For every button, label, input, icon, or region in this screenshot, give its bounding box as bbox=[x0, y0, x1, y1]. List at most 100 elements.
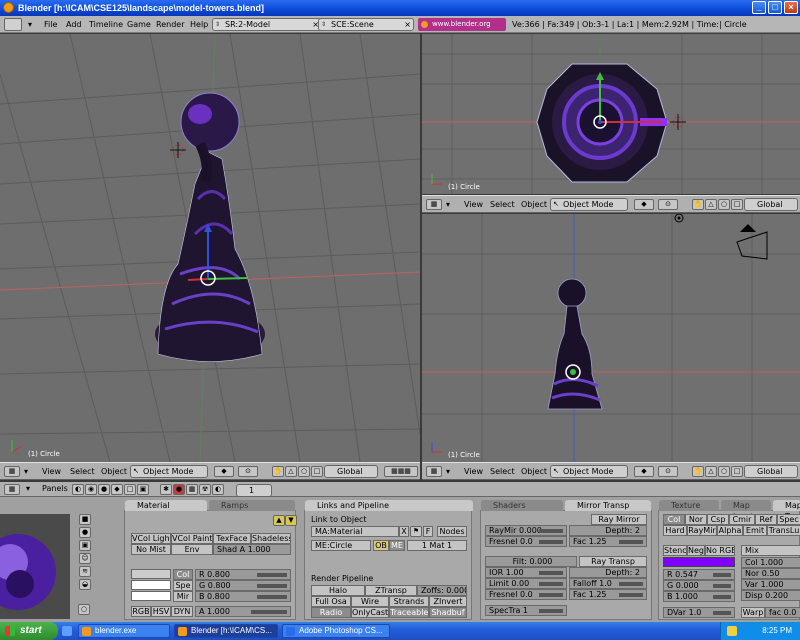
zinvert-button[interactable]: ZInvert bbox=[429, 596, 467, 607]
stencil-button[interactable]: Stencil bbox=[663, 545, 687, 556]
col-button[interactable]: Col bbox=[173, 569, 193, 580]
window-type-icon[interactable] bbox=[4, 18, 22, 31]
ray-transp-button[interactable]: Ray Transp bbox=[579, 556, 647, 567]
collapse-arrow-icon[interactable]: ▾ bbox=[24, 465, 28, 478]
map-spec-button[interactable]: Spec bbox=[777, 514, 800, 525]
window-type-icon[interactable]: ▦ bbox=[4, 484, 20, 495]
scene-context-icon[interactable]: ▣ bbox=[137, 484, 149, 495]
material-context-icon[interactable]: ● bbox=[173, 484, 185, 495]
me-link-button[interactable]: ME bbox=[389, 540, 405, 551]
scale-icon[interactable]: □ bbox=[311, 466, 323, 477]
menu-object[interactable]: Object bbox=[101, 465, 127, 478]
ray-mirror-button[interactable]: Ray Mirror bbox=[591, 514, 647, 525]
radio-button[interactable]: Radio bbox=[311, 607, 351, 618]
strands-button[interactable]: Strands bbox=[389, 596, 429, 607]
shading-context-icon[interactable]: ● bbox=[98, 484, 110, 495]
disp-factor-slider[interactable]: Disp 0.200 bbox=[741, 590, 800, 601]
col-factor-slider[interactable]: Col 1.000 bbox=[741, 557, 800, 568]
tab-map-to[interactable]: Map T bbox=[773, 500, 800, 521]
spe-swatch[interactable] bbox=[131, 580, 171, 590]
material-index-field[interactable]: 1 Mat 1 bbox=[407, 540, 467, 551]
tex-g-slider[interactable]: G 0.000 bbox=[663, 580, 735, 591]
menu-help[interactable]: Help bbox=[190, 16, 208, 33]
r-slider[interactable]: R 0.800 bbox=[195, 569, 291, 580]
dyn-button[interactable]: DYN bbox=[171, 606, 193, 617]
mode-selector[interactable]: ↖ Object Mode bbox=[550, 198, 628, 211]
mode-selector[interactable]: ↖ Object Mode bbox=[550, 465, 628, 478]
task-photoshop[interactable]: Adobe Photoshop CS... bbox=[282, 624, 390, 638]
viewport-perspective[interactable]: (1) Circle bbox=[0, 34, 420, 462]
full-osa-button[interactable]: Full Osa bbox=[311, 596, 351, 607]
traceable-button[interactable]: Traceable bbox=[389, 607, 429, 618]
rotate-icon[interactable]: ○ bbox=[718, 199, 730, 210]
f-button[interactable]: F bbox=[423, 526, 433, 537]
map-alpha-button[interactable]: Alpha bbox=[717, 525, 743, 536]
draw-type-icon[interactable]: ◆ bbox=[634, 199, 654, 210]
warp-fac-field[interactable]: fac 0.0 bbox=[765, 607, 800, 618]
translate-icon[interactable]: △ bbox=[285, 466, 297, 477]
maximize-button[interactable]: □ bbox=[768, 1, 782, 14]
tab-shaders[interactable]: Shaders bbox=[481, 500, 563, 511]
rotate-icon[interactable]: ○ bbox=[718, 466, 730, 477]
translate-icon[interactable]: △ bbox=[705, 199, 717, 210]
onlycast-button[interactable]: OnlyCast bbox=[351, 607, 389, 618]
menu-select[interactable]: Select bbox=[490, 465, 515, 478]
menu-file[interactable]: File bbox=[44, 16, 57, 33]
dvar-slider[interactable]: DVar 1.0 bbox=[663, 607, 735, 618]
lamp-context-icon[interactable]: ✱ bbox=[160, 484, 172, 495]
map-nor-button[interactable]: Nor bbox=[685, 514, 707, 525]
wire-button[interactable]: Wire bbox=[351, 596, 389, 607]
screen-selector[interactable]: ⇕ SR:2-Model × bbox=[212, 18, 322, 31]
task-blender-window[interactable]: Blender [h:\ICAM\CS... bbox=[174, 624, 278, 638]
nodes-button[interactable]: Nodes bbox=[437, 526, 467, 537]
col-swatch[interactable] bbox=[131, 569, 171, 579]
menu-view[interactable]: View bbox=[42, 465, 61, 478]
shadbuf-button[interactable]: Shadbuf bbox=[429, 607, 467, 618]
spectra-slider[interactable]: SpecTra 1 bbox=[485, 605, 567, 616]
no-mist-button[interactable]: No Mist bbox=[131, 544, 171, 555]
script-context-icon[interactable]: ◉ bbox=[85, 484, 97, 495]
up-arrow-icon[interactable]: ▲ bbox=[273, 515, 285, 526]
orientation-selector[interactable]: Global bbox=[744, 465, 798, 478]
preview-sky-icon[interactable]: ◒ bbox=[79, 579, 91, 590]
mirror-depth-field[interactable]: Depth: 2 bbox=[569, 525, 647, 536]
texture-context-icon[interactable]: ▦ bbox=[186, 484, 198, 495]
translate-icon[interactable]: △ bbox=[705, 466, 717, 477]
spe-button[interactable]: Spe bbox=[173, 580, 193, 591]
collapse-arrow-icon[interactable]: ▾ bbox=[446, 465, 450, 478]
hand-icon[interactable]: ✋ bbox=[692, 466, 704, 477]
map-csp-button[interactable]: Csp bbox=[707, 514, 729, 525]
tab-mirror-transp[interactable]: Mirror Transp bbox=[565, 500, 651, 511]
menu-render[interactable]: Render bbox=[156, 16, 184, 33]
limit-slider[interactable]: Limit 0.00 bbox=[485, 578, 567, 589]
shad-a-field[interactable]: Shad A 1.000 bbox=[213, 544, 291, 555]
fake-user-icon[interactable]: ⚑ bbox=[410, 526, 422, 537]
vcol-light-button[interactable]: VCol Light bbox=[131, 533, 171, 544]
preview-hair-icon[interactable]: ≋ bbox=[79, 566, 91, 577]
draw-type-icon[interactable]: ◆ bbox=[214, 466, 234, 477]
g-slider[interactable]: G 0.800 bbox=[195, 580, 291, 591]
raymir-slider[interactable]: RayMir 0.000 bbox=[485, 525, 567, 536]
tab-ramps[interactable]: Ramps bbox=[209, 500, 295, 511]
preview-sphere-icon[interactable]: ● bbox=[79, 527, 91, 538]
menu-add[interactable]: Add bbox=[66, 16, 82, 33]
world-context-icon[interactable]: ◐ bbox=[212, 484, 224, 495]
minimize-button[interactable]: _ bbox=[752, 1, 766, 14]
draw-type-icon[interactable]: ◆ bbox=[634, 466, 654, 477]
viewport-top[interactable]: (1) Circle bbox=[422, 34, 800, 194]
mode-selector[interactable]: ↖ Object Mode bbox=[130, 465, 208, 478]
orientation-selector[interactable]: Global bbox=[744, 198, 798, 211]
tab-material[interactable]: Material bbox=[125, 500, 207, 511]
radiosity-context-icon[interactable]: ☢ bbox=[199, 484, 211, 495]
delete-scene-icon[interactable]: × bbox=[404, 19, 411, 30]
transp-fresnel-slider[interactable]: Fresnel 0.0 bbox=[485, 589, 567, 600]
ztransp-button[interactable]: ZTransp bbox=[365, 585, 417, 596]
warp-button[interactable]: Warp bbox=[741, 607, 765, 618]
no-rgb-button[interactable]: No RGB bbox=[705, 545, 735, 556]
scene-selector[interactable]: ⇕ SCE:Scene × bbox=[318, 18, 414, 31]
mirror-fac-slider[interactable]: Fac 1.25 bbox=[569, 536, 647, 547]
env-button[interactable]: Env bbox=[171, 544, 213, 555]
rgb-button[interactable]: RGB bbox=[131, 606, 151, 617]
nor-factor-slider[interactable]: Nor 0.50 bbox=[741, 568, 800, 579]
menu-game[interactable]: Game bbox=[127, 16, 151, 33]
